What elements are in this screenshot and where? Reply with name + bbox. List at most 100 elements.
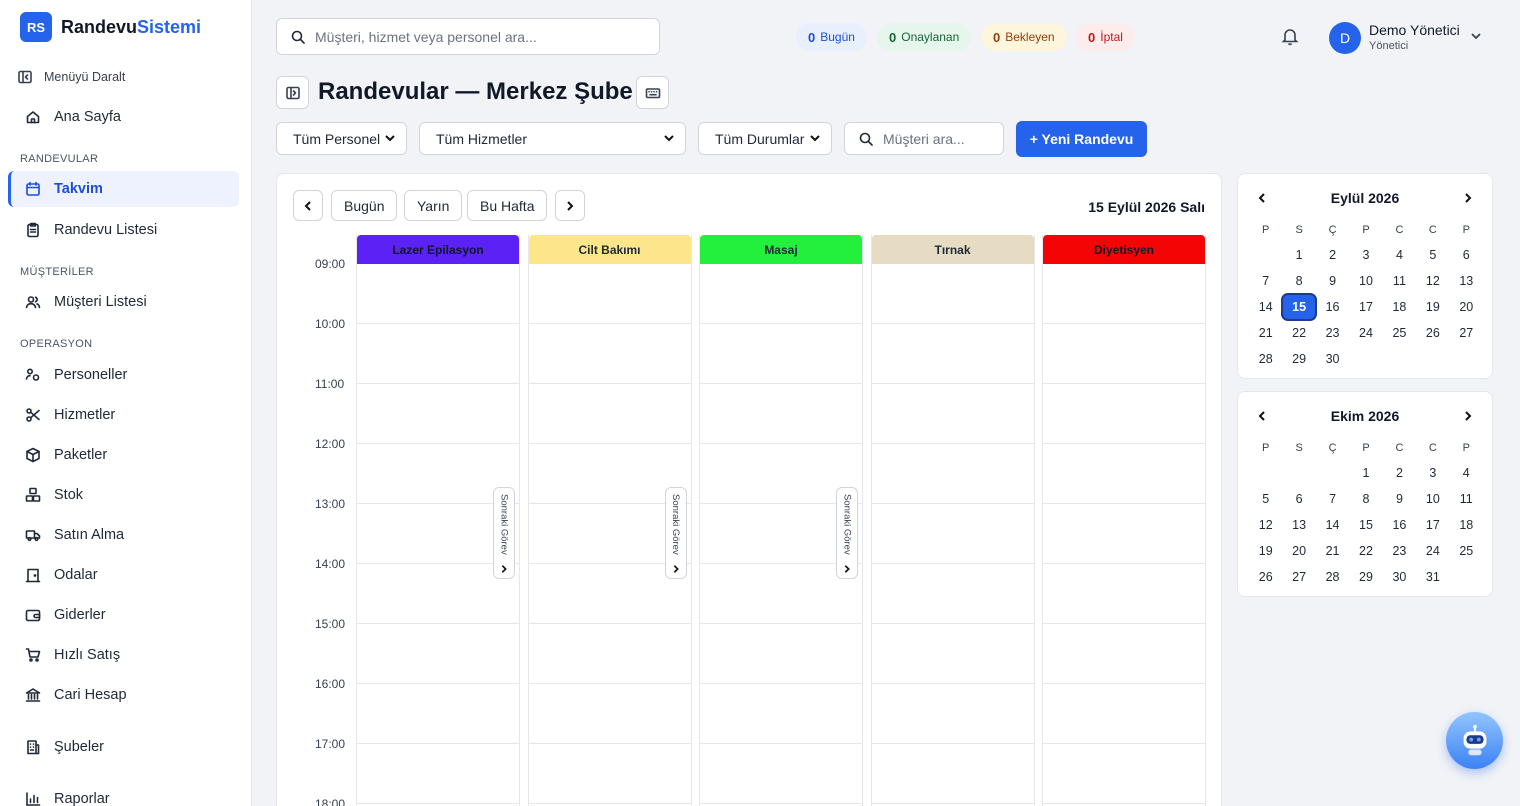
day-cell[interactable]: 5	[1416, 242, 1449, 268]
day-cell[interactable]: 24	[1416, 538, 1449, 564]
day-cell[interactable]: 7	[1316, 486, 1349, 512]
day-cell[interactable]: 31	[1416, 564, 1449, 590]
day-cell[interactable]: 19	[1416, 294, 1449, 320]
day-cell[interactable]: 16	[1316, 294, 1349, 320]
stat-badge-approved[interactable]: 0 Onaylanan	[877, 23, 972, 51]
day-cell[interactable]: 5	[1249, 486, 1282, 512]
staff-filter-select[interactable]: Tüm Personel	[276, 122, 407, 155]
sidebar-item-reports[interactable]: Raporlar	[8, 781, 239, 806]
stat-badge-pending[interactable]: 0 Bekleyen	[981, 23, 1067, 51]
day-cell[interactable]: 20	[1282, 538, 1315, 564]
day-cell[interactable]: 18	[1383, 294, 1416, 320]
customer-search[interactable]	[844, 122, 1004, 155]
global-search-input[interactable]	[315, 28, 645, 45]
keyboard-shortcuts-button[interactable]	[636, 76, 669, 109]
next-task-tab[interactable]: Sonraki Görev	[836, 487, 858, 579]
sidebar-item-appointment-list[interactable]: Randevu Listesi	[8, 212, 239, 248]
mini-next-month-button[interactable]	[1462, 409, 1474, 425]
chevron-down-icon[interactable]	[1470, 29, 1482, 45]
day-cell[interactable]: 17	[1349, 294, 1382, 320]
sidebar-item-branches[interactable]: Şubeler	[8, 729, 239, 765]
day-cell[interactable]: 12	[1416, 268, 1449, 294]
day-cell[interactable]: 14	[1316, 512, 1349, 538]
next-task-tab[interactable]: Sonraki Görev	[493, 487, 515, 579]
day-cell[interactable]: 6	[1450, 242, 1483, 268]
day-cell[interactable]: 13	[1282, 512, 1315, 538]
day-cell[interactable]: 16	[1383, 512, 1416, 538]
day-cell[interactable]: 13	[1450, 268, 1483, 294]
resource-column[interactable]: Masaj Sonraki Görev	[699, 235, 863, 806]
sidebar-item-purchasing[interactable]: Satın Alma	[8, 517, 239, 553]
day-cell[interactable]: 26	[1249, 564, 1282, 590]
notifications-bell-icon[interactable]	[1280, 26, 1300, 49]
sidebar-item-customer-list[interactable]: Müşteri Listesi	[8, 284, 239, 320]
sidebar-item-rooms[interactable]: Odalar	[8, 557, 239, 593]
services-filter-select[interactable]: Tüm Hizmetler	[419, 122, 686, 155]
day-cell[interactable]: 12	[1249, 512, 1282, 538]
day-cell[interactable]: 24	[1349, 320, 1382, 346]
day-cell[interactable]: 9	[1383, 486, 1416, 512]
day-cell[interactable]: 14	[1249, 294, 1282, 320]
day-cell[interactable]: 10	[1416, 486, 1449, 512]
day-cell[interactable]: 8	[1282, 268, 1315, 294]
status-filter-select[interactable]: Tüm Durumlar	[698, 122, 832, 155]
day-cell[interactable]: 1	[1349, 460, 1382, 486]
day-cell[interactable]: 21	[1316, 538, 1349, 564]
day-cell[interactable]: 4	[1450, 460, 1483, 486]
day-cell[interactable]: 15	[1282, 294, 1316, 320]
day-cell[interactable]: 29	[1282, 346, 1315, 372]
global-search[interactable]	[276, 18, 660, 55]
day-cell[interactable]: 3	[1349, 242, 1382, 268]
day-cell[interactable]: 11	[1383, 268, 1416, 294]
day-cell[interactable]: 4	[1383, 242, 1416, 268]
day-cell[interactable]: 27	[1450, 320, 1483, 346]
assistant-bot-button[interactable]	[1446, 712, 1503, 769]
mini-next-month-button[interactable]	[1462, 191, 1474, 207]
day-cell[interactable]: 11	[1450, 486, 1483, 512]
sidebar-item-staff[interactable]: Personeller	[8, 357, 239, 393]
toggle-panel-button[interactable]	[276, 76, 309, 109]
day-cell[interactable]: 23	[1316, 320, 1349, 346]
stat-badge-cancelled[interactable]: 0 İptal	[1076, 23, 1135, 51]
sidebar-item-services[interactable]: Hizmetler	[8, 397, 239, 433]
sidebar-item-calendar[interactable]: Takvim	[8, 171, 239, 207]
day-cell[interactable]: 23	[1383, 538, 1416, 564]
sidebar-item-stock[interactable]: Stok	[8, 477, 239, 513]
day-cell[interactable]: 20	[1450, 294, 1483, 320]
resource-column[interactable]: Diyetisyen	[1042, 235, 1206, 806]
day-cell[interactable]: 22	[1349, 538, 1382, 564]
resource-column[interactable]: Cilt Bakımı Sonraki Görev	[527, 235, 692, 806]
day-cell[interactable]: 2	[1383, 460, 1416, 486]
customer-search-input[interactable]	[883, 130, 1003, 147]
stat-badge-today[interactable]: 0 Bugün	[796, 23, 867, 51]
day-cell[interactable]: 30	[1383, 564, 1416, 590]
user-avatar[interactable]: D	[1329, 22, 1361, 54]
brand-logo[interactable]: RS RandevuSistemi	[20, 12, 201, 42]
day-cell[interactable]: 25	[1383, 320, 1416, 346]
day-cell[interactable]: 8	[1349, 486, 1382, 512]
day-cell[interactable]: 28	[1316, 564, 1349, 590]
day-cell[interactable]: 18	[1450, 512, 1483, 538]
day-cell[interactable]: 6	[1282, 486, 1315, 512]
next-task-tab[interactable]: Sonraki Görev	[664, 487, 687, 579]
resource-column[interactable]: Lazer Epilasyon Sonraki Görev	[356, 235, 520, 806]
tomorrow-button[interactable]: Yarın	[404, 190, 463, 221]
day-cell[interactable]: 10	[1349, 268, 1382, 294]
resource-column[interactable]: Tırnak	[870, 235, 1035, 806]
day-cell[interactable]: 9	[1316, 268, 1349, 294]
day-cell[interactable]: 7	[1249, 268, 1282, 294]
day-cell[interactable]: 26	[1416, 320, 1449, 346]
day-cell[interactable]: 22	[1282, 320, 1315, 346]
previous-day-button[interactable]	[293, 190, 323, 221]
user-name[interactable]: Demo Yönetici	[1369, 22, 1460, 38]
day-cell[interactable]: 27	[1282, 564, 1315, 590]
this-week-button[interactable]: Bu Hafta	[467, 190, 548, 221]
collapse-menu-button[interactable]: Menüyü Daralt	[16, 68, 125, 86]
today-button[interactable]: Bugün	[331, 190, 398, 221]
sidebar-item-quick-sale[interactable]: Hızlı Satış	[8, 637, 239, 673]
sidebar-item-expenses[interactable]: Giderler	[8, 597, 239, 633]
day-cell[interactable]: 19	[1249, 538, 1282, 564]
sidebar-item-packages[interactable]: Paketler	[8, 437, 239, 473]
day-cell[interactable]: 15	[1349, 512, 1382, 538]
day-cell[interactable]: 21	[1249, 320, 1282, 346]
